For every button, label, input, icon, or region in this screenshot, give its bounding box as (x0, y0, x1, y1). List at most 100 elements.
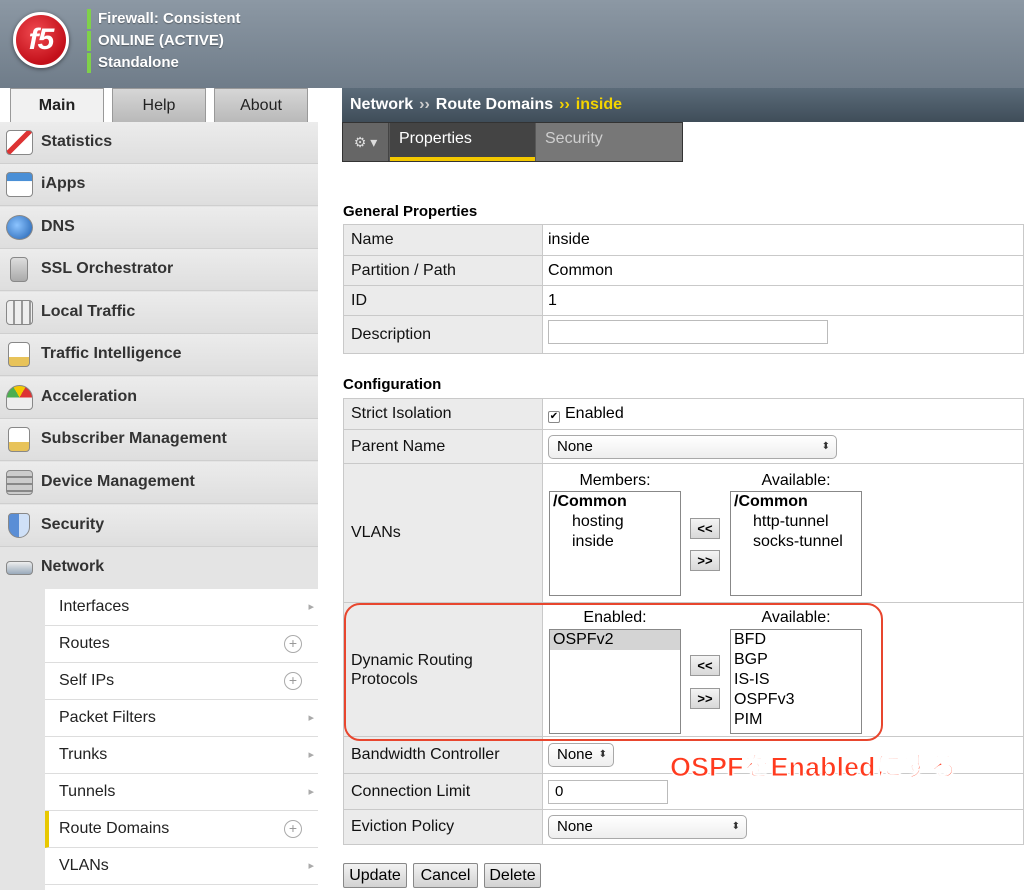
sidebar-item-label: Traffic Intelligence (41, 345, 182, 362)
update-button[interactable]: Update (343, 863, 407, 888)
strict-isolation-checkbox[interactable]: ✔ (548, 411, 560, 423)
eviction-policy-label: Eviction Policy (343, 809, 543, 845)
add-circle-icon[interactable]: + (284, 672, 302, 690)
subnav-item-interfaces[interactable]: Interfaces ▸ (45, 589, 318, 626)
vlans-members-list[interactable]: /Common hosting inside (549, 491, 681, 596)
sidebar-item-device-management[interactable]: Device Management (0, 462, 318, 504)
globe-icon (6, 215, 33, 240)
gear-menu-button[interactable]: ⚙ ▾ (343, 123, 389, 161)
app-header: f5 Firewall: Consistent ONLINE (ACTIVE) … (0, 0, 1024, 88)
tab-properties[interactable]: Properties (390, 123, 535, 161)
f5-logo: f5 (13, 12, 69, 68)
main-tabbar: Main Help About (0, 88, 318, 123)
parent-name-value: None (557, 437, 593, 455)
breadcrumb-network[interactable]: Network (350, 96, 413, 113)
sidebar-item-label: Local Traffic (41, 303, 136, 320)
eviction-policy-select[interactable]: None ⬍ (548, 815, 747, 839)
cancel-button[interactable]: Cancel (413, 863, 478, 888)
sidebar-item-label: DNS (41, 218, 75, 235)
parent-name-select[interactable]: None ⬍ (548, 434, 837, 459)
updown-arrow-icon: ⬍ (598, 749, 607, 760)
sidebar-item-statistics[interactable]: Statistics (0, 122, 318, 164)
list-item[interactable]: hosting (550, 512, 680, 532)
table-row: Partition / Path Common (343, 255, 1024, 286)
sidebar-item-ssl-orchestrator[interactable]: SSL Orchestrator (0, 249, 318, 291)
tab-security[interactable]: Security (536, 123, 682, 161)
object-tabbar: ⚙ ▾ Properties Security (342, 122, 683, 162)
subnav-item-vlans[interactable]: VLANs ▸ (45, 848, 318, 885)
subnav-item-label: VLANs (59, 857, 109, 874)
subnav-item-trunks[interactable]: Trunks ▸ (45, 737, 318, 774)
name-value: inside (542, 224, 1024, 256)
vlans-move-right-button[interactable]: >> (690, 550, 720, 571)
description-input[interactable] (548, 320, 828, 344)
subnav-item-self-ips[interactable]: Self IPs + (45, 663, 318, 700)
table-row: Parent Name None ⬍ (343, 429, 1024, 464)
table-row: ID 1 (343, 285, 1024, 316)
chevron-right-icon: ▸ (308, 860, 314, 872)
vlans-move-left-button[interactable]: << (690, 518, 720, 539)
breadcrumb-route-domains[interactable]: Route Domains (436, 96, 553, 113)
name-label: Name (343, 224, 543, 256)
sidebar-item-label: Device Management (41, 473, 195, 490)
statistics-icon (6, 130, 33, 155)
vlans-available-list[interactable]: /Common http-tunnel socks-tunnel (730, 491, 862, 596)
sidebar-item-network[interactable]: Network (0, 547, 318, 589)
list-item[interactable]: /Common (550, 492, 680, 512)
vlans-available-heading: Available: (761, 472, 831, 489)
sidebar-item-dns[interactable]: DNS (0, 207, 318, 249)
subnav-item-label: Interfaces (59, 598, 130, 615)
sidebar-item-acceleration[interactable]: Acceleration (0, 377, 318, 419)
redundancy-status: Standalone (87, 53, 179, 73)
sidebar-item-iapps[interactable]: iApps (0, 164, 318, 206)
sidebar-item-label: iApps (41, 175, 86, 192)
subnav-item-label: Packet Filters (59, 709, 156, 726)
sidebar-item-label: Statistics (41, 133, 113, 150)
general-properties-table: Name inside Partition / Path Common ID 1… (343, 224, 1024, 354)
sidebar-item-local-traffic[interactable]: Local Traffic (0, 292, 318, 334)
subnav-item-packet-filters[interactable]: Packet Filters ▸ (45, 700, 318, 737)
sidebar-item-label: Security (41, 516, 105, 533)
list-item[interactable]: /Common (731, 492, 861, 512)
list-item[interactable]: socks-tunnel (731, 532, 861, 552)
subnav-item-label: Tunnels (59, 783, 116, 800)
partition-value: Common (542, 255, 1024, 286)
breadcrumb-separator: ›› (559, 96, 570, 113)
tab-help[interactable]: Help (112, 88, 206, 122)
configuration-heading: Configuration (343, 376, 442, 393)
clipboard-icon (8, 342, 30, 367)
strict-isolation-label: Strict Isolation (343, 398, 543, 430)
subnav-item-label: Route Domains (59, 820, 170, 837)
add-circle-icon[interactable]: + (284, 820, 302, 838)
sidebar-item-traffic-intelligence[interactable]: Traffic Intelligence (0, 334, 318, 376)
connection-limit-label: Connection Limit (343, 773, 543, 810)
bandwidth-controller-select[interactable]: None ⬍ (548, 743, 614, 767)
tab-main[interactable]: Main (10, 88, 104, 123)
sidebar-item-label: SSL Orchestrator (41, 260, 174, 277)
chevron-right-icon: ▸ (308, 749, 314, 761)
chevron-right-icon: ▸ (308, 786, 314, 798)
iapps-icon (6, 172, 33, 197)
list-item[interactable]: http-tunnel (731, 512, 861, 532)
network-icon (6, 561, 33, 575)
chevron-right-icon: ▸ (308, 712, 314, 724)
subnav-item-routes[interactable]: Routes + (45, 626, 318, 663)
updown-arrow-icon: ⬍ (731, 821, 740, 832)
delete-button[interactable]: Delete (484, 863, 541, 888)
add-circle-icon[interactable]: + (284, 635, 302, 653)
general-properties-heading: General Properties (343, 203, 478, 220)
id-value: 1 (542, 285, 1024, 316)
checklist-icon (8, 427, 30, 452)
id-label: ID (343, 285, 543, 316)
annotation-text: OSPFをEnabledにする (670, 752, 958, 783)
list-item[interactable]: inside (550, 532, 680, 552)
sidebar-item-subscriber-management[interactable]: Subscriber Management (0, 419, 318, 461)
lock-icon (10, 257, 28, 282)
subnav-item-label: Trunks (59, 746, 108, 763)
tab-about[interactable]: About (214, 88, 308, 122)
connection-limit-input[interactable]: 0 (548, 779, 668, 804)
subnav-item-tunnels[interactable]: Tunnels ▸ (45, 774, 318, 811)
sidebar-item-security[interactable]: Security (0, 505, 318, 547)
bandwidth-controller-label: Bandwidth Controller (343, 736, 543, 774)
subnav-item-route-domains[interactable]: Route Domains + (45, 811, 318, 848)
